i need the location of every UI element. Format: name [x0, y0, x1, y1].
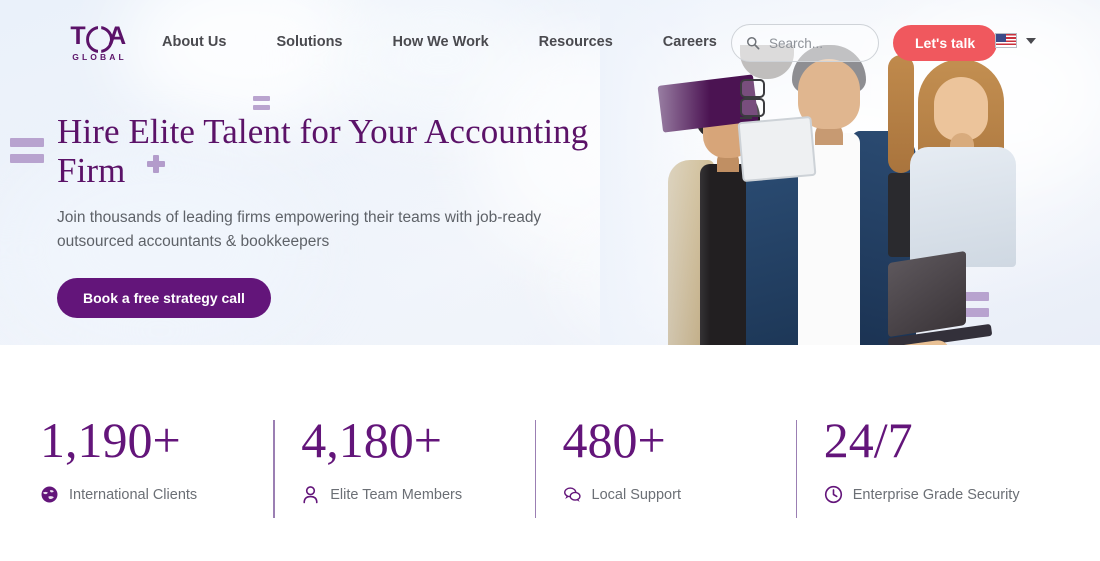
stat-label: Local Support — [591, 486, 681, 503]
stat-label-row: Local Support — [563, 485, 814, 504]
search-icon — [747, 37, 760, 50]
clock-icon — [824, 485, 842, 504]
globe-icon — [41, 486, 58, 503]
chat-bubbles-icon — [563, 487, 581, 502]
logo-letter-t: T — [70, 22, 86, 50]
person-right — [886, 55, 1063, 345]
toa-global-logo[interactable]: T A GLOBAL — [57, 22, 139, 63]
nav-item-careers[interactable]: Careers — [663, 30, 717, 54]
search-input[interactable]: Search... — [731, 24, 879, 62]
nav-item-resources[interactable]: Resources — [539, 30, 613, 54]
primary-nav-links: About Us Solutions How We Work Resources… — [162, 30, 717, 54]
stat-label: International Clients — [69, 486, 198, 503]
stat-label: Enterprise Grade Security — [852, 486, 1020, 503]
stat-elite-team-members: 4,180+ Elite Team Members — [273, 412, 552, 518]
us-flag-icon — [995, 33, 1017, 48]
nav-item-solutions[interactable]: Solutions — [276, 30, 342, 54]
tablet-device — [737, 116, 817, 183]
stat-value: 1,190+ — [40, 412, 181, 468]
stat-enterprise-grade-security: 24/7 Enterprise Grade Security — [795, 412, 1075, 518]
stat-label: Elite Team Members — [330, 486, 463, 503]
stat-value: 480+ — [562, 412, 666, 468]
page-root: Hire Elite Talent for Your Accounting Fi… — [0, 0, 1100, 561]
search-placeholder-text: Search... — [769, 35, 824, 51]
hero-subheadline: Join thousands of leading firms empoweri… — [57, 209, 542, 251]
page-title: Hire Elite Talent for Your Accounting Fi… — [57, 112, 589, 191]
logo-mark: T A — [70, 22, 126, 50]
language-selector[interactable] — [995, 33, 1036, 48]
person-icon — [303, 486, 318, 504]
equals-sign-decoration — [253, 105, 270, 110]
stat-label-row: Elite Team Members — [301, 485, 552, 504]
stat-label-row: Enterprise Grade Security — [824, 485, 1075, 504]
stat-label-row: International Clients — [40, 485, 291, 504]
laptop-screen — [888, 250, 966, 338]
nav-item-about-us[interactable]: About Us — [162, 30, 226, 54]
equals-sign-decoration — [10, 154, 44, 163]
stats-row: 1,190+ International Clients 4,180+ Elit… — [30, 412, 1075, 518]
stats-section: 1,190+ International Clients 4,180+ Elit… — [0, 345, 1100, 561]
top-navigation-bar: T A GLOBAL About Us Solutions How We Wor… — [0, 0, 1100, 86]
equals-sign-decoration — [10, 138, 44, 147]
book-strategy-call-button[interactable]: Book a free strategy call — [57, 278, 271, 319]
chevron-down-icon — [1026, 37, 1036, 44]
logo-subtext: GLOBAL — [72, 52, 127, 62]
stat-value: 4,180+ — [301, 412, 442, 468]
nav-item-how-we-work[interactable]: How We Work — [393, 30, 489, 54]
stat-value: 24/7 — [823, 412, 913, 468]
equals-sign-decoration — [253, 96, 270, 101]
lets-talk-button[interactable]: Let's talk — [893, 25, 998, 61]
blouse — [910, 147, 1016, 267]
hero-copy: Hire Elite Talent for Your Accounting Fi… — [57, 112, 597, 319]
face — [934, 77, 988, 141]
eyeglasses-bridge — [740, 117, 752, 120]
stat-international-clients: 1,190+ International Clients — [30, 415, 291, 504]
eyeglasses-right-lens — [740, 98, 765, 117]
logo-letter-o-icon — [86, 26, 107, 47]
stat-local-support: 480+ Local Support — [534, 412, 814, 518]
